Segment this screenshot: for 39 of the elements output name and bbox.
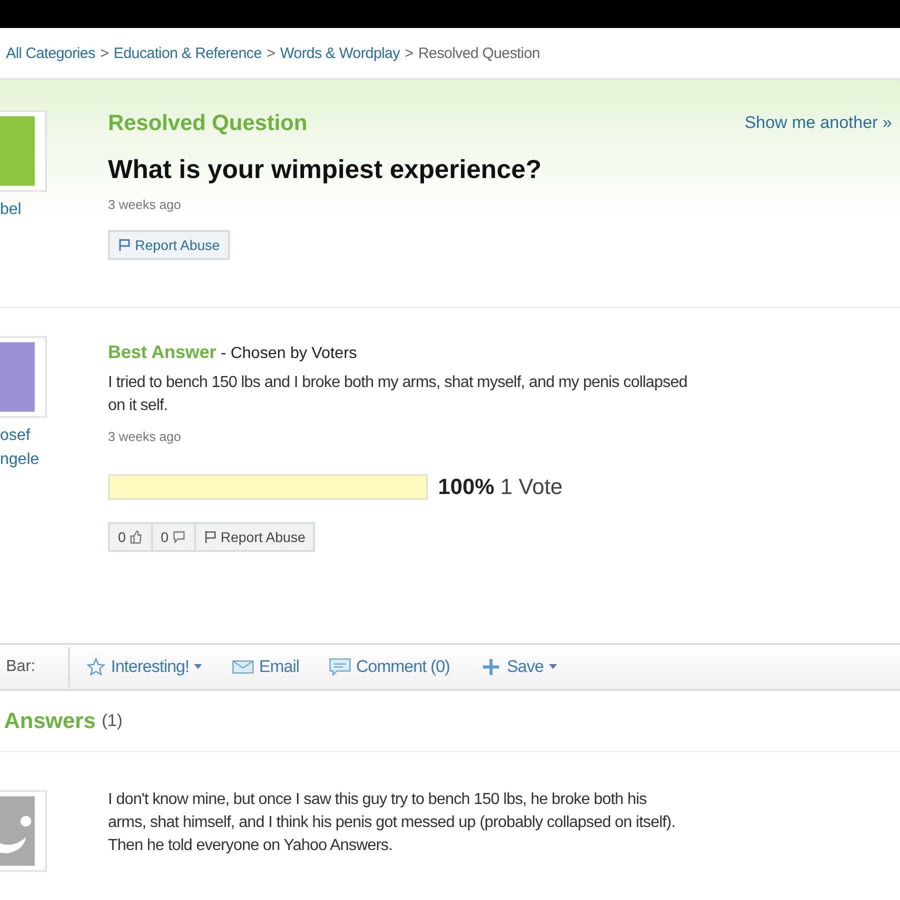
user-name[interactable]: osef ngele (0, 424, 40, 472)
toolbar-label: Bar: (0, 647, 70, 687)
show-another-link[interactable]: Show me another » (744, 113, 892, 133)
breadcrumb-separator: > (404, 44, 414, 62)
breadcrumb-separator: > (100, 44, 109, 62)
toolbar-button[interactable]: Interesting! (82, 657, 216, 677)
breadcrumb-link[interactable]: Words & Wordplay (280, 44, 400, 62)
comment-button[interactable]: 0 (150, 522, 196, 552)
flag-icon (204, 530, 218, 544)
toolbar-button[interactable]: Comment (0) (325, 657, 464, 677)
caret-icon (548, 664, 557, 670)
thumbs-up-button[interactable]: 0 (108, 522, 153, 552)
user-name[interactable]: bel (0, 198, 22, 222)
star-icon (86, 657, 106, 677)
answer-text: I don't know mine, but once I saw this guy try to bench 150 lbs, he broke both his arms, shat himself, and I think his penis got messed up (probably collapsed on itself). Then he told everyone on Yahoo Answers. (108, 790, 676, 856)
thumbs-up-icon (128, 530, 143, 544)
caret-icon (194, 664, 202, 670)
toolbar-button[interactable]: Email (228, 657, 314, 677)
chosen-label: - Chosen by Voters (220, 345, 357, 362)
answer-count: (1) (102, 711, 122, 731)
toolbar-button[interactable]: Save (476, 657, 571, 677)
status-heading: Resolved Question (108, 110, 308, 136)
breadcrumb-link[interactable]: All Categories (6, 44, 96, 62)
speech-bubble-icon (329, 658, 352, 676)
report-abuse-button[interactable]: Report Abuse (194, 522, 316, 552)
answer-text: I tried to bench 150 lbs and I broke both my arms, shat myself, and my penis collapsed on it self. (108, 373, 688, 416)
timestamp: 3 weeks ago (108, 197, 182, 212)
timestamp: 3 weeks ago (108, 429, 182, 444)
envelope-icon (232, 659, 254, 675)
report-abuse-button[interactable]: Report Abuse (108, 230, 230, 260)
answers-heading: Answers (4, 708, 96, 734)
vote-count: 1 Vote (500, 474, 563, 500)
speech-bubble-icon (172, 530, 186, 544)
flag-icon (118, 238, 132, 252)
question-title: What is your wimpiest experience? (108, 154, 542, 185)
vote-percent: 100% (438, 474, 494, 500)
breadcrumb-separator: > (266, 44, 276, 62)
best-answer-heading: Best Answer (108, 342, 216, 362)
breadcrumb-link[interactable]: Education & Reference (114, 44, 262, 62)
